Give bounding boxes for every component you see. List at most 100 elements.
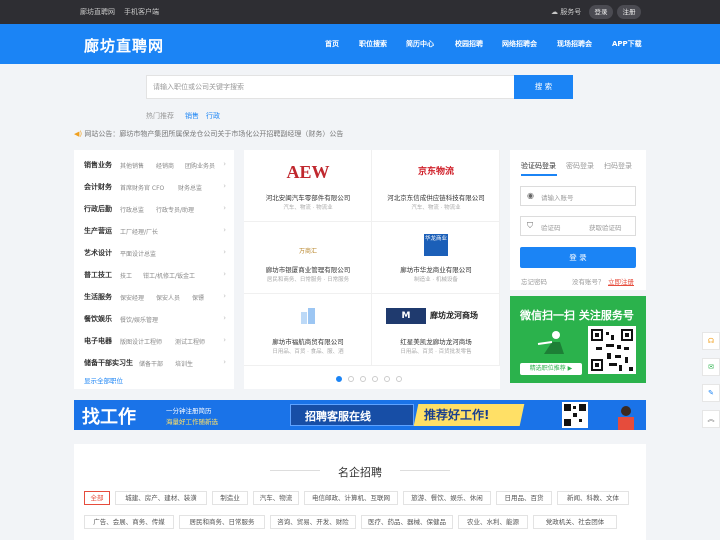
tab-code-login[interactable]: 验证码登录	[521, 161, 556, 171]
company-card[interactable]: 京东物流 河北京东信成供应链科技有限公司 汽车、物流 · 物流业	[372, 150, 500, 222]
company-desc: 日用品、百货 · 百货批发零售	[400, 349, 472, 355]
chevron-right-icon: ›	[223, 226, 226, 234]
carousel-dot[interactable]	[360, 376, 366, 382]
site-link[interactable]: 廊坊直聘网	[80, 7, 115, 17]
category-title: 销售业务	[84, 161, 112, 169]
category-row[interactable]: 电子电器 版图设计工程师 测试工程师 ›	[74, 330, 234, 352]
category-sub[interactable]: 其他销售	[120, 161, 144, 170]
company-name: 河北京东信成供应链科技有限公司	[387, 194, 485, 202]
industry-tag[interactable]: 日用品、百货	[496, 491, 552, 505]
login-submit-button[interactable]: 登 录	[520, 247, 636, 268]
carousel-dot[interactable]	[372, 376, 378, 382]
login-button[interactable]: 登录	[589, 5, 613, 19]
category-sub[interactable]: 钳工/机修工/钣金工	[143, 271, 195, 280]
mobile-client-link[interactable]: 手机客户端	[124, 7, 159, 17]
industry-tag[interactable]: 汽车、物流	[253, 491, 299, 505]
category-row[interactable]: 餐饮娱乐 餐饮/娱乐管理 ›	[74, 308, 234, 330]
nav-resume-center[interactable]: 简历中心	[406, 39, 434, 49]
nav-campus[interactable]: 校园招聘	[455, 39, 483, 49]
category-row[interactable]: 艺术设计 平面设计总监 ›	[74, 242, 234, 264]
industry-tag[interactable]: 党政机关、社会团体	[533, 515, 617, 529]
tab-password-login[interactable]: 密码登录	[566, 161, 594, 171]
register-now-link[interactable]: 立即注册	[608, 276, 634, 286]
headset-icon[interactable]: ☊	[702, 332, 720, 350]
category-sub[interactable]: 测试工程师	[175, 337, 205, 346]
notice-bar[interactable]: ◀) 网站公告：廊坊市物产集团所属保龙仓公司关于市场化公开招聘副经理（财务）公告	[74, 129, 343, 139]
nav-job-search[interactable]: 职位搜索	[359, 39, 387, 49]
search-button[interactable]: 搜 索	[514, 75, 573, 99]
carousel-dot[interactable]	[384, 376, 390, 382]
search-input[interactable]: 请输入职位或公司关键字搜索	[146, 75, 515, 99]
category-sub[interactable]: 首席财务官 CFO	[120, 183, 164, 192]
category-sub[interactable]: 行政专员/助理	[156, 205, 194, 214]
company-card[interactable]: AEW 河北安闽汽车零部件有限公司 汽车、物流 · 物流业	[244, 150, 372, 222]
category-sub[interactable]: 培训生	[175, 359, 193, 368]
carousel-dot[interactable]	[348, 376, 354, 382]
title-divider-right	[400, 470, 450, 471]
category-row[interactable]: 储备干部实习生 储备干部 培训生 ›	[74, 352, 234, 374]
company-desc: 汽车、物流 · 物流业	[411, 205, 461, 211]
nav-online-fair[interactable]: 网络招聘会	[502, 39, 537, 49]
industry-tag-all[interactable]: 全部	[84, 491, 110, 505]
category-sub[interactable]: 工厂经理/厂长	[120, 227, 158, 236]
banner-middle-text: 招聘客服在线	[305, 410, 371, 423]
wechat-icon[interactable]: ✉	[702, 358, 720, 376]
industry-tag[interactable]: 制造业	[212, 491, 248, 505]
industry-tag[interactable]: 居民和商务、日常服务	[179, 515, 265, 529]
category-sub[interactable]: 储备干部	[139, 359, 163, 368]
category-sub[interactable]: 平面设计总监	[120, 249, 156, 258]
category-sub[interactable]: 保安经理	[120, 293, 144, 302]
industry-tag[interactable]: 咨询、贸易、开发、财险	[270, 515, 356, 529]
carousel-dot[interactable]	[396, 376, 402, 382]
industry-tag[interactable]: 新闻、科教、文体	[557, 491, 629, 505]
get-code-button[interactable]: 获取验证码	[589, 222, 622, 232]
company-card[interactable]: 廊坊市福航商贸有限公司 日用品、百货 · 食品、服、酒	[244, 294, 372, 366]
hot-item-admin[interactable]: 行政	[206, 111, 220, 121]
company-card[interactable]: 华龙商业 廊坊市华龙商业有限公司 制造业 · 机械设备	[372, 222, 500, 294]
carousel-dot[interactable]	[336, 376, 342, 382]
tab-qr-login[interactable]: 扫码登录	[604, 161, 632, 171]
category-row[interactable]: 生活服务 保安经理 保安人员 保镖 ›	[74, 286, 234, 308]
category-row[interactable]: 会计财务 首席财务官 CFO 财务总监 ›	[74, 176, 234, 198]
account-field[interactable]: ◉ 请输入账号	[520, 186, 636, 206]
code-field[interactable]: ⛉ 验证码 获取验证码	[520, 216, 636, 236]
category-row[interactable]: 销售业务 其他销售 经销商 团购业务员 ›	[74, 154, 234, 176]
category-sub[interactable]: 财务总监	[178, 183, 202, 192]
category-row[interactable]: 行政后勤 行政总监 行政专员/助理 ›	[74, 198, 234, 220]
recruit-banner[interactable]: 找工作 一分钟注册简历 海量好工作随新选 招聘客服在线 推荐好工作!	[74, 400, 646, 430]
wechat-promo[interactable]: 微信扫一扫 关注服务号 精选职位推荐 ▶	[510, 296, 646, 383]
show-all-categories-link[interactable]: 显示全部职位	[84, 375, 123, 385]
company-card[interactable]: M 廊坊龙河商场 红星美凯龙廊坊龙河商场 日用品、百货 · 百货批发零售	[372, 294, 500, 366]
category-sub[interactable]: 行政总监	[120, 205, 144, 214]
hot-item-sales[interactable]: 销售	[185, 111, 199, 121]
industry-tag[interactable]: 城建、房产、建材、装潢	[115, 491, 207, 505]
category-sub[interactable]: 保安人员	[156, 293, 180, 302]
company-logo: AEW	[286, 162, 330, 182]
category-row[interactable]: 普工技工 技工 钳工/机修工/钣金工 ›	[74, 264, 234, 286]
nav-home[interactable]: 首页	[325, 39, 339, 49]
register-button[interactable]: 注册	[617, 5, 641, 19]
featured-jobs-button[interactable]: 精选职位推荐 ▶	[520, 363, 582, 375]
wechat-title: 微信扫一扫 关注服务号	[520, 309, 634, 322]
service-account-link[interactable]: ☁ 服务号	[551, 7, 581, 17]
banner-right-text: 推荐好工作!	[424, 408, 490, 422]
category-sub[interactable]: 保镖	[192, 293, 204, 302]
category-sub[interactable]: 技工	[120, 271, 132, 280]
back-to-top-icon[interactable]: ︽	[702, 410, 720, 428]
category-sub[interactable]: 经销商	[156, 161, 174, 170]
site-logo[interactable]: 廊坊直聘网	[84, 35, 164, 56]
industry-tag[interactable]: 医疗、药品、器械、保健品	[361, 515, 453, 529]
nav-app[interactable]: APP下载	[612, 39, 642, 49]
category-sub[interactable]: 餐饮/娱乐管理	[120, 315, 158, 324]
forgot-password-link[interactable]: 忘记密码	[521, 276, 547, 286]
chat-icon[interactable]: ✎	[702, 384, 720, 402]
category-row[interactable]: 生产营运 工厂经理/厂长 ›	[74, 220, 234, 242]
company-card[interactable]: 万商汇 廊坊市银厦商业管理有限公司 居民和商务、日常服务 · 日常服务	[244, 222, 372, 294]
industry-tag[interactable]: 广告、会展、商务、传媒	[84, 515, 174, 529]
industry-tag[interactable]: 旅游、餐饮、娱乐、休闲	[403, 491, 491, 505]
category-sub[interactable]: 版图设计工程师	[120, 337, 162, 346]
industry-tag[interactable]: 农业、水利、能源	[458, 515, 528, 529]
nav-onsite-fair[interactable]: 现场招聘会	[557, 39, 592, 49]
industry-tag[interactable]: 电信邮政、计算机、互联网	[304, 491, 398, 505]
category-sub[interactable]: 团购业务员	[185, 161, 215, 170]
